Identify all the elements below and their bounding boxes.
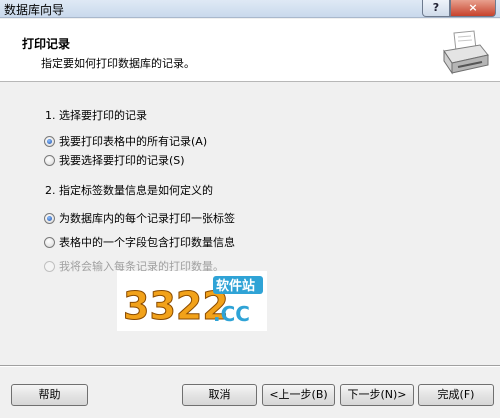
window-title: 数据库向导 <box>4 3 65 17</box>
cancel-button[interactable]: 取消 <box>182 384 257 406</box>
next-button[interactable]: 下一步(N)> <box>340 384 414 406</box>
radio-label: 为数据库内的每个记录打印一张标签 <box>59 212 235 225</box>
radio-field-contains-quantity[interactable]: 表格中的一个字段包含打印数量信息 <box>44 234 235 250</box>
site-watermark-logo: 3322 .CC 软件站 <box>117 271 267 331</box>
radio-checked-icon[interactable] <box>44 135 55 147</box>
back-button[interactable]: <上一步(B) <box>262 384 335 406</box>
radio-unchecked-icon[interactable] <box>44 154 55 166</box>
title-bar: 数据库向导 ? × <box>0 0 500 18</box>
page-title: 打印记录 <box>22 37 71 51</box>
watermark-suffix: .CC <box>213 302 250 326</box>
radio-checked-icon[interactable] <box>44 212 55 224</box>
radio-unchecked-icon[interactable] <box>44 236 55 248</box>
help-button[interactable]: 帮助 <box>11 384 88 406</box>
page-subtitle: 指定要如何打印数据库的记录。 <box>41 57 195 70</box>
help-icon[interactable]: ? <box>422 0 450 17</box>
radio-one-label-per-record[interactable]: 为数据库内的每个记录打印一张标签 <box>44 210 235 226</box>
wizard-header: 打印记录 指定要如何打印数据库的记录。 <box>0 19 500 82</box>
radio-select-records[interactable]: 我要选择要打印的记录(S) <box>44 152 185 168</box>
radio-label: 我要打印表格中的所有记录(A) <box>59 135 208 148</box>
finish-button[interactable]: 完成(F) <box>418 384 494 406</box>
radio-label: 我要选择要打印的记录(S) <box>59 154 185 167</box>
printer-icon <box>443 30 489 75</box>
close-icon[interactable]: × <box>450 0 496 17</box>
radio-disabled-icon <box>44 260 55 272</box>
radio-print-all-records[interactable]: 我要打印表格中的所有记录(A) <box>44 133 207 149</box>
section2-label: 2. 指定标签数量信息是如何定义的 <box>45 184 213 197</box>
footer-separator <box>0 365 500 367</box>
section1-label: 1. 选择要打印的记录 <box>45 109 147 122</box>
watermark-tag: 软件站 <box>216 278 255 294</box>
database-wizard-window: 数据库向导 ? × 打印记录 指定要如何打印数据库的记录。 1. 选择要打印的记… <box>0 0 500 418</box>
radio-label: 表格中的一个字段包含打印数量信息 <box>59 236 235 249</box>
